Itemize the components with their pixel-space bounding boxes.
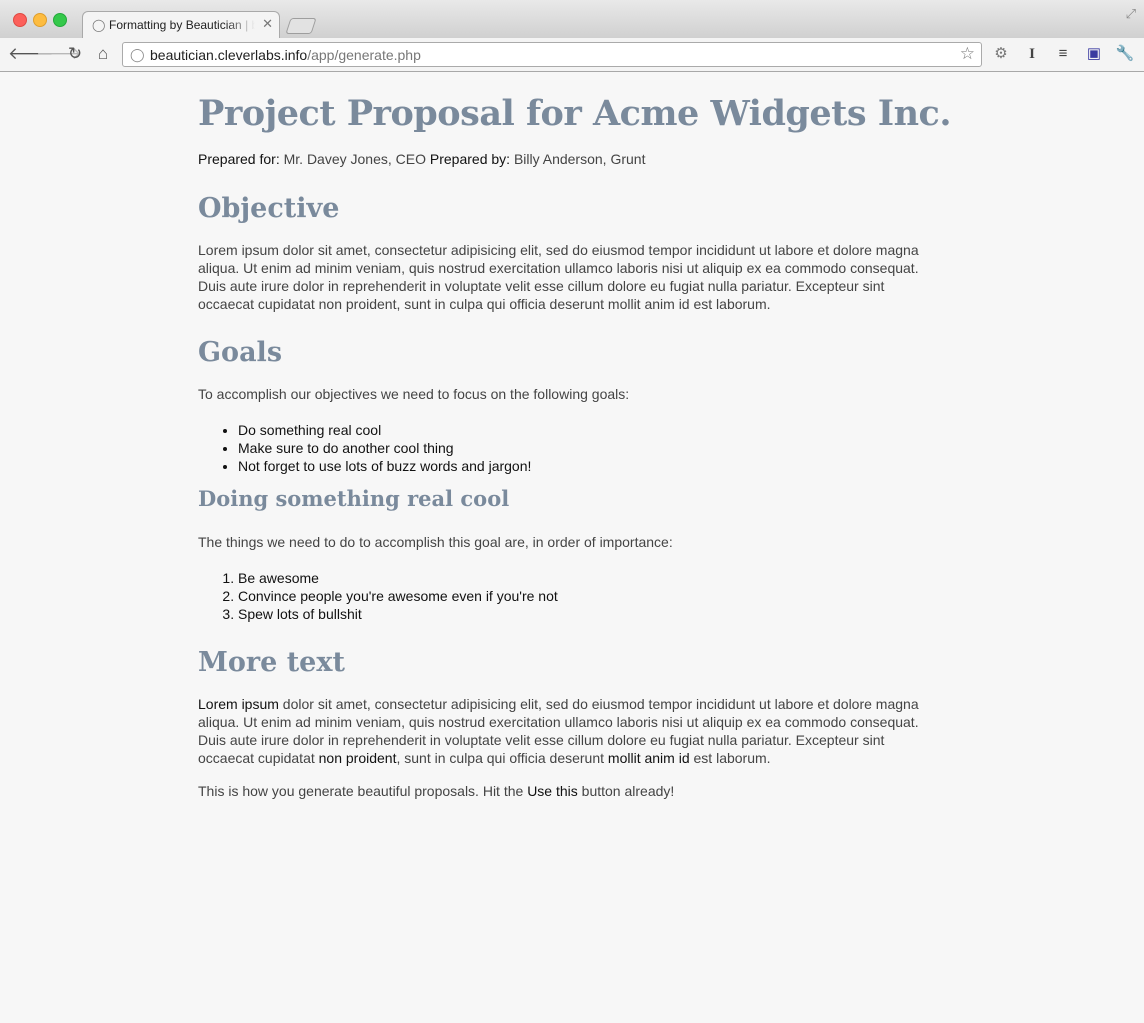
strong-text: mollit anim id xyxy=(607,750,690,766)
cool-intro: The things we need to do to accomplish t… xyxy=(198,534,673,550)
title-bar: ◯ Formatting by Beautician | beautician … xyxy=(0,0,1144,38)
forward-arrow-icon[interactable]: 🡒 xyxy=(36,43,82,65)
list-item: Not forget to use lots of buzz words and… xyxy=(238,457,531,475)
home-icon[interactable]: ⌂ xyxy=(92,43,114,65)
objective-heading: Objective xyxy=(198,193,340,224)
goals-intro: To accomplish our objectives we need to … xyxy=(198,386,630,402)
address-bar[interactable]: ◯ beautician.cleverlabs.info/app/generat… xyxy=(122,42,982,67)
url-text[interactable]: beautician.cleverlabs.info/app/generate.… xyxy=(150,47,421,63)
prepared-by-value: Billy Anderson, Grunt xyxy=(510,151,646,167)
prepared-for-label: Prepared for: xyxy=(198,151,280,167)
strong-text: non proident xyxy=(318,750,397,766)
more-text-heading: More text xyxy=(198,647,345,678)
page-content: Project Proposal for Acme Widgets Inc. P… xyxy=(0,72,1144,1023)
document-title: Project Proposal for Acme Widgets Inc. xyxy=(198,93,952,134)
close-tab-icon[interactable]: ✕ xyxy=(262,17,273,31)
url-path: /app/generate.php xyxy=(307,47,421,63)
browser-toolbar: 🡐 🡒 ↻ ⌂ ◯ beautician.cleverlabs.info/app… xyxy=(0,38,1144,72)
globe-icon: ◯ xyxy=(92,18,106,32)
prepared-by-label: Prepared by: xyxy=(429,151,511,167)
lead-text: Lorem ipsum xyxy=(198,696,279,712)
text-cursor-extension-icon[interactable]: I xyxy=(1022,44,1042,64)
browser-tab[interactable]: ◯ Formatting by Beautician | beautician … xyxy=(82,11,280,38)
objective-text: Lorem ipsum dolor sit amet, consectetur … xyxy=(198,242,919,312)
priority-list: Be awesome Convince people you're awesom… xyxy=(198,569,558,623)
new-tab-button[interactable] xyxy=(285,18,317,34)
closing-post: button already! xyxy=(577,783,675,799)
reload-icon[interactable]: ↻ xyxy=(64,43,86,65)
goals-heading: Goals xyxy=(198,337,283,368)
prepared-line: Prepared for: Mr. Davey Jones, CEO Prepa… xyxy=(198,150,645,168)
more-text-part2: , sunt in culpa qui officia deserunt xyxy=(396,750,608,766)
bookmark-star-icon[interactable]: ☆ xyxy=(960,44,975,64)
tab-title: Formatting by Beautician | beautician xyxy=(109,18,255,32)
list-item: Be awesome xyxy=(238,569,558,587)
more-text-part3: est laborum. xyxy=(689,750,771,766)
close-window-button[interactable] xyxy=(13,13,27,27)
closing-pre: This is how you generate beautiful propo… xyxy=(198,783,528,799)
zoom-window-button[interactable] xyxy=(53,13,67,27)
list-item: Spew lots of bullshit xyxy=(238,605,558,623)
list-item: Convince people you're awesome even if y… xyxy=(238,587,558,605)
browser-window: ◯ Formatting by Beautician | beautician … xyxy=(0,0,1144,1023)
more-text: Lorem ipsum dolor sit amet, consectetur … xyxy=(198,695,938,767)
page-globe-icon: ◯ xyxy=(130,47,145,62)
prepared-for-value: Mr. Davey Jones, CEO xyxy=(279,151,430,167)
fullscreen-icon[interactable]: ⤢ xyxy=(1126,6,1136,22)
list-item: Make sure to do another cool thing xyxy=(238,439,531,457)
wrench-icon[interactable]: 🔧 xyxy=(1115,44,1135,64)
list-item: Do something real cool xyxy=(238,421,531,439)
image-extension-icon[interactable]: ▣ xyxy=(1084,44,1104,64)
closing-text: This is how you generate beautiful propo… xyxy=(198,782,938,800)
back-arrow-icon[interactable]: 🡐 xyxy=(8,43,54,65)
cool-heading: Doing something real cool xyxy=(198,486,510,511)
url-host: beautician.cleverlabs.info xyxy=(150,47,308,63)
goals-list: Do something real cool Make sure to do a… xyxy=(198,421,531,475)
layers-extension-icon[interactable]: ≡ xyxy=(1053,44,1073,64)
gear-extension-icon[interactable]: ⚙ xyxy=(991,44,1011,64)
use-this-text: Use this xyxy=(527,783,578,799)
minimize-window-button[interactable] xyxy=(33,13,47,27)
